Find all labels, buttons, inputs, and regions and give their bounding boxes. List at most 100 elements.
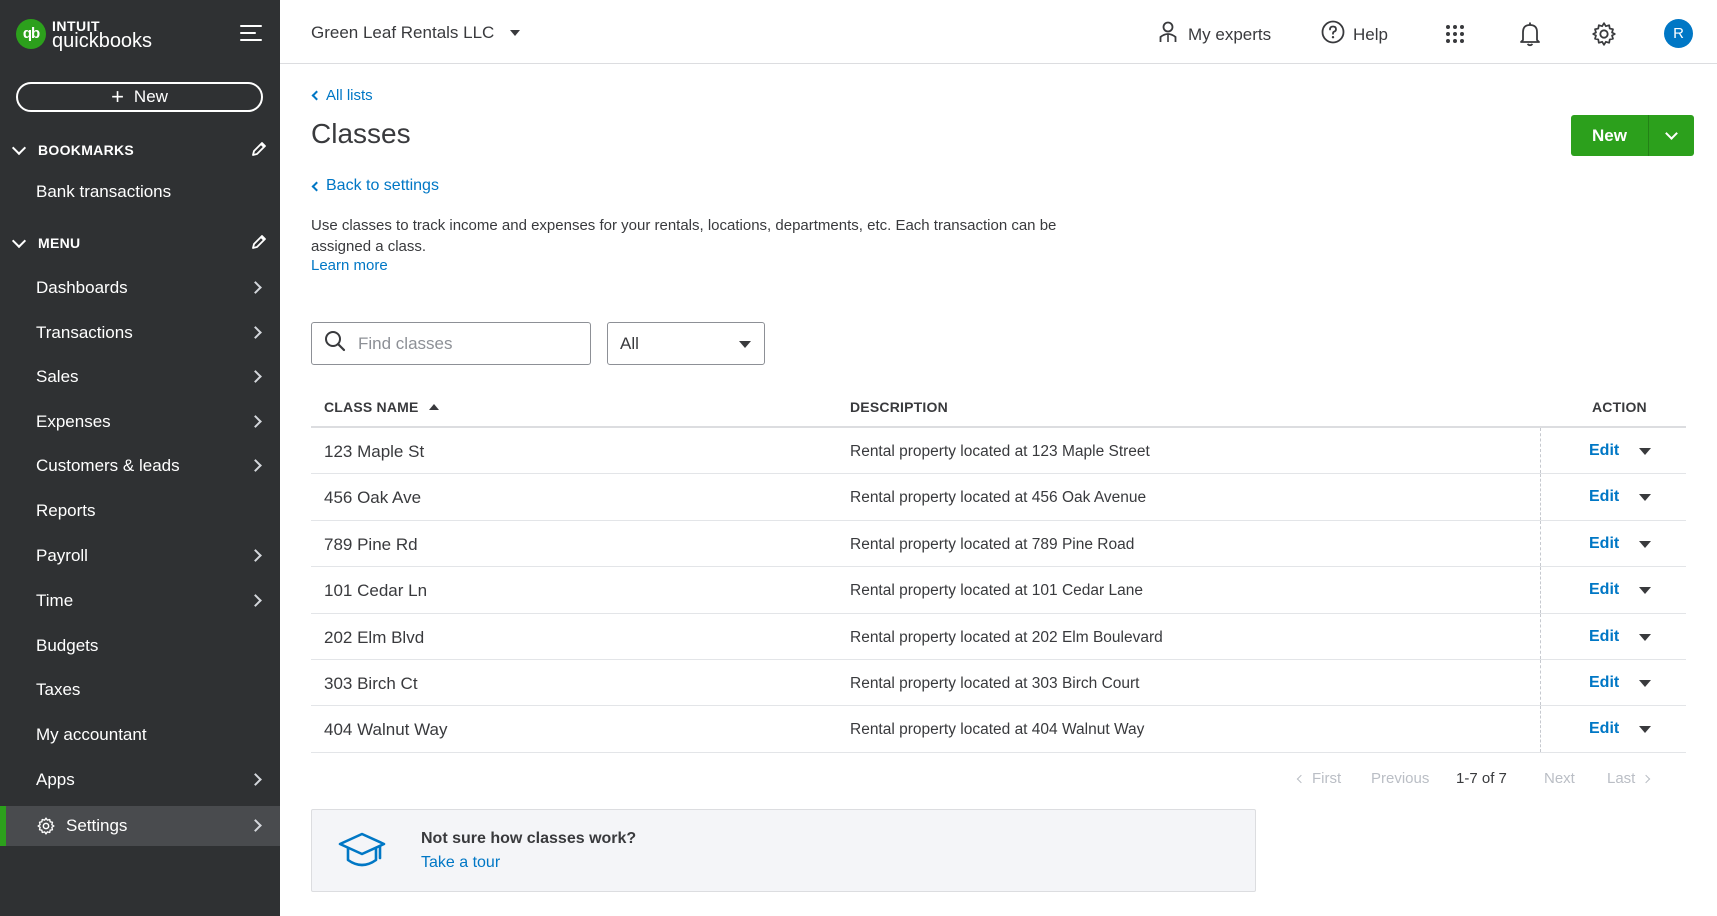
take-a-tour-link[interactable]: Take a tour (421, 854, 500, 872)
search-field (311, 322, 591, 365)
all-lists-label: All lists (326, 87, 373, 104)
user-avatar[interactable]: R (1664, 19, 1693, 48)
bell-icon[interactable] (1519, 21, 1541, 47)
description-cell: Rental property located at 789 Pine Road (850, 535, 1135, 553)
row-actions-caret-icon[interactable] (1639, 494, 1651, 502)
edit-link[interactable]: Edit (1589, 674, 1619, 692)
row-actions-caret-icon[interactable] (1639, 448, 1651, 455)
pager-last-label: Last (1607, 770, 1636, 787)
search-input[interactable] (358, 333, 578, 354)
sidebar-item-reports[interactable]: Reports (0, 491, 280, 531)
edit-link[interactable]: Edit (1589, 628, 1619, 646)
status-filter-select[interactable]: All (607, 322, 765, 365)
logo-quickbooks-text: quickbooks (52, 30, 153, 52)
pager-next[interactable]: Next (1544, 770, 1575, 787)
company-switcher[interactable]: Green Leaf Rentals LLC (311, 23, 521, 43)
pager-first[interactable]: First (1296, 770, 1341, 787)
pager-last[interactable]: Last (1607, 770, 1651, 787)
plus-icon: + (111, 84, 124, 109)
chevron-right-icon (249, 819, 262, 832)
sidebar-item-budgets[interactable]: Budgets (0, 626, 280, 666)
collapse-menu-icon[interactable] (240, 25, 262, 43)
table-row: 404 Walnut Way Rental property located a… (311, 706, 1686, 753)
page-title: Classes (311, 118, 411, 149)
row-actions-caret-icon[interactable] (1639, 726, 1651, 734)
row-actions-caret-icon[interactable] (1639, 540, 1651, 548)
pager-range: 1-7 of 7 (1456, 770, 1507, 787)
sidebar-item-settings[interactable]: Settings (0, 806, 280, 846)
chevron-right-icon (249, 415, 262, 428)
sidebar-item-label: Taxes (36, 680, 81, 699)
sidebar-new-button[interactable]: + New (16, 82, 263, 112)
sidebar-item-transactions[interactable]: Transactions (0, 313, 280, 353)
top-bar: Green Leaf Rentals LLC My experts Help R (280, 0, 1717, 64)
sidebar-item-label: Reports (36, 501, 96, 520)
chevron-left-icon (1296, 774, 1306, 783)
chevron-right-icon (249, 459, 262, 472)
sidebar-item-time[interactable]: Time (0, 581, 280, 621)
chevron-right-icon (249, 549, 262, 562)
learn-more-link[interactable]: Learn more (311, 257, 388, 274)
sidebar-item-apps[interactable]: Apps (0, 760, 280, 800)
description-cell: Rental property located at 123 Maple Str… (850, 443, 1150, 460)
edit-link[interactable]: Edit (1589, 488, 1619, 506)
back-to-settings-label: Back to settings (326, 177, 439, 194)
menu-header[interactable]: MENU (11, 231, 270, 255)
help-button[interactable]: Help (1321, 20, 1388, 49)
pager-previous[interactable]: Previous (1371, 770, 1429, 787)
menu-label: MENU (38, 235, 81, 251)
class-name-cell: 789 Pine Rd (324, 534, 418, 554)
table-row: 789 Pine Rd Rental property located at 7… (311, 520, 1686, 568)
bookmark-bank-transactions[interactable]: Bank transactions (0, 172, 280, 212)
chevron-down-icon (1665, 126, 1678, 140)
company-name: Green Leaf Rentals LLC (311, 23, 495, 42)
sidebar-item-label: Sales (36, 367, 79, 386)
row-actions-caret-icon[interactable] (1639, 633, 1651, 641)
caret-down-icon (739, 341, 751, 348)
row-actions-caret-icon[interactable] (1639, 679, 1651, 687)
bookmarks-header[interactable]: BOOKMARKS (11, 138, 270, 162)
edit-link[interactable]: Edit (1589, 581, 1619, 599)
class-name-cell: 456 Oak Ave (324, 488, 422, 508)
chevron-left-icon (311, 181, 322, 191)
sidebar-item-my-accountant[interactable]: My accountant (0, 715, 280, 755)
chevron-right-icon (249, 773, 262, 786)
chevron-right-icon (249, 594, 262, 607)
sidebar-item-label: Expenses (36, 412, 111, 431)
sidebar-item-expenses[interactable]: Expenses (0, 402, 280, 442)
quickbooks-logo[interactable]: qb INTUIT quickbooks (16, 18, 153, 52)
class-name-cell: 123 Maple St (324, 442, 425, 461)
sidebar-item-dashboards[interactable]: Dashboards (0, 268, 280, 308)
sidebar-item-sales[interactable]: Sales (0, 357, 280, 397)
all-lists-link[interactable]: All lists (311, 87, 373, 104)
description-cell: Rental property located at 404 Walnut Wa… (850, 721, 1145, 739)
sidebar-item-payroll[interactable]: Payroll (0, 536, 280, 576)
bookmarks-label: BOOKMARKS (38, 142, 135, 158)
sidebar-new-label: New (133, 87, 168, 106)
new-dropdown-toggle[interactable] (1649, 115, 1694, 156)
my-experts-button[interactable]: My experts (1158, 20, 1271, 49)
edit-menu-icon[interactable] (250, 233, 268, 254)
edit-link[interactable]: Edit (1589, 535, 1619, 553)
chevron-right-icon (249, 281, 262, 294)
expert-person-icon (1158, 20, 1178, 49)
chevron-down-icon (11, 140, 27, 155)
sidebar-item-label: Apps (36, 770, 75, 789)
back-to-settings-link[interactable]: Back to settings (311, 177, 439, 195)
settings-gear-icon[interactable] (1591, 21, 1617, 47)
chevron-right-icon (1642, 774, 1651, 783)
edit-link[interactable]: Edit (1589, 720, 1619, 738)
column-header-class-name[interactable]: CLASS NAME (324, 399, 439, 415)
sidebar: qb INTUIT quickbooks + New BOOKMARKS Ban… (0, 0, 280, 916)
description-cell: Rental property located at 101 Cedar Lan… (850, 582, 1143, 600)
row-actions-caret-icon[interactable] (1639, 587, 1651, 595)
edit-bookmarks-icon[interactable] (250, 140, 268, 161)
apps-grid-icon[interactable] (1445, 24, 1465, 44)
edit-link[interactable]: Edit (1589, 442, 1619, 460)
intro-text: Use classes to track income and expenses… (311, 217, 1057, 255)
sidebar-item-label: My accountant (36, 725, 147, 744)
chevron-down-icon (11, 233, 27, 248)
sidebar-item-taxes[interactable]: Taxes (0, 670, 280, 710)
sidebar-item-customers-leads[interactable]: Customers & leads (0, 446, 280, 486)
new-button[interactable]: New (1571, 115, 1649, 156)
